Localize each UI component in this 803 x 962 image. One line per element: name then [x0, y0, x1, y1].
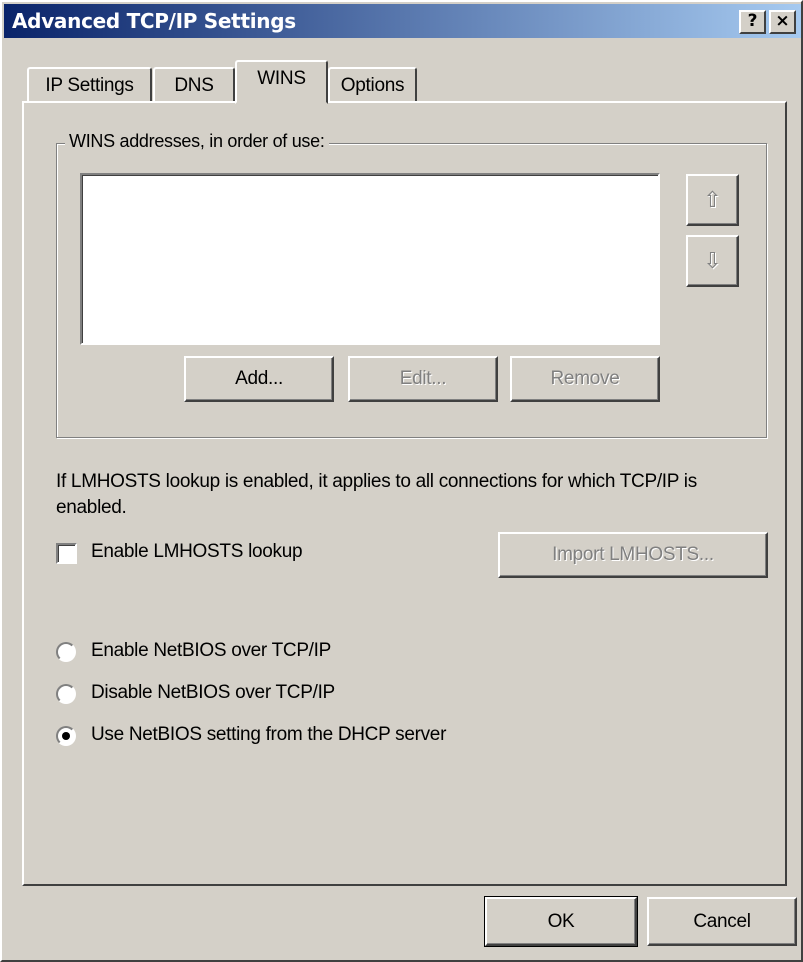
- wins-addresses-label: WINS addresses, in order of use:: [65, 131, 329, 152]
- netbios-dhcp-radio[interactable]: [56, 726, 76, 746]
- tab-wins[interactable]: WINS: [235, 60, 328, 104]
- tab-dns[interactable]: DNS: [153, 67, 235, 101]
- cancel-button[interactable]: Cancel: [647, 897, 797, 946]
- arrow-up-icon: ⇧: [703, 187, 722, 212]
- radio-selected-dot: [62, 732, 70, 740]
- netbios-disable-label[interactable]: Disable NetBIOS over TCP/IP: [91, 682, 335, 704]
- remove-button[interactable]: Remove: [510, 356, 660, 402]
- tab-ip-settings[interactable]: IP Settings: [27, 67, 152, 101]
- move-down-button[interactable]: ⇩: [686, 235, 739, 287]
- tab-options-label: Options: [340, 75, 405, 96]
- netbios-enable-label[interactable]: Enable NetBIOS over TCP/IP: [91, 640, 331, 662]
- tab-wins-label: WINS: [257, 68, 306, 89]
- window-title: Advanced TCP/IP Settings: [12, 9, 296, 33]
- tab-options[interactable]: Options: [328, 67, 417, 101]
- netbios-dhcp-label[interactable]: Use NetBIOS setting from the DHCP server: [91, 724, 446, 746]
- close-button[interactable]: ×: [769, 10, 796, 34]
- tab-ip-settings-label: IP Settings: [45, 75, 134, 96]
- ok-button[interactable]: OK: [484, 896, 638, 947]
- enable-lmhosts-checkbox[interactable]: [56, 543, 77, 564]
- add-button[interactable]: Add...: [184, 356, 334, 402]
- wins-addresses-list[interactable]: [80, 173, 660, 345]
- move-up-button[interactable]: ⇧: [686, 174, 739, 226]
- netbios-disable-radio[interactable]: [56, 684, 76, 704]
- lmhosts-info-text: If LMHOSTS lookup is enabled, it applies…: [56, 471, 697, 518]
- arrow-down-icon: ⇩: [703, 248, 722, 273]
- netbios-enable-radio[interactable]: [56, 642, 76, 662]
- help-button[interactable]: ?: [739, 10, 766, 34]
- tab-dns-label: DNS: [174, 75, 214, 96]
- enable-lmhosts-label[interactable]: Enable LMHOSTS lookup: [91, 541, 303, 563]
- import-lmhosts-button[interactable]: Import LMHOSTS...: [498, 532, 768, 578]
- edit-button[interactable]: Edit...: [348, 356, 498, 402]
- title-bar[interactable]: Advanced TCP/IP Settings ? ×: [4, 4, 801, 38]
